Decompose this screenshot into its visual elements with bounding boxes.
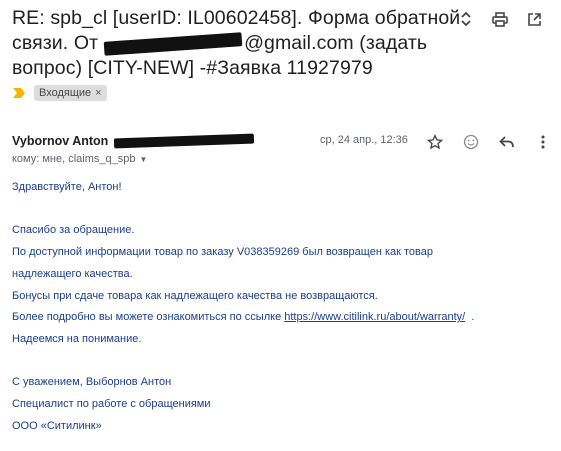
message-actions: [417, 131, 561, 153]
body-line: Спасибо за обращение.: [12, 224, 135, 237]
signature-line: С уважением, Выборнов Антон: [12, 376, 172, 389]
chevron-down-icon[interactable]: ▼: [139, 155, 147, 164]
remove-label-button[interactable]: ×: [95, 87, 101, 99]
emoji-reaction-icon[interactable]: [453, 131, 489, 153]
greeting: Здравствуйте, Антон!: [12, 181, 122, 193]
importance-marker-icon[interactable]: [12, 87, 26, 99]
redacted-email-address: [103, 32, 243, 56]
open-in-new-window-icon[interactable]: [517, 8, 551, 30]
body-line-punct: .: [471, 311, 475, 324]
reply-icon[interactable]: [489, 131, 525, 153]
body-line: Надеемся на понимание.: [12, 332, 142, 345]
body-line: надлежащего качества.: [12, 267, 133, 280]
inbox-label-chip: Входящие ×: [34, 85, 107, 101]
message-body: Здравствуйте, Антон! Спасибо за обращени…: [12, 177, 552, 437]
label-row: Входящие ×: [12, 85, 107, 101]
redacted-sender-address: [113, 133, 255, 149]
print-icon[interactable]: [483, 8, 517, 30]
message-date[interactable]: ср, 24 апр., 12:36: [320, 134, 408, 146]
body-line: По доступной информации товар по заказу …: [12, 246, 433, 259]
email-subject: RE: spb_cl [userID: IL00602458]. Форма о…: [12, 6, 462, 81]
message-header: Vybornov Anton ср, 24 апр., 12:36: [12, 133, 552, 154]
recipients-line[interactable]: кому: мне, claims_q_spb ▼: [12, 153, 147, 165]
signature-line: ООО «Ситилинк»: [12, 419, 102, 432]
body-line-with-link: Более подробно вы можете ознакомиться по…: [12, 307, 552, 329]
more-vert-icon[interactable]: [525, 131, 561, 153]
sender-name[interactable]: Vybornov Anton: [12, 134, 108, 148]
warranty-link[interactable]: https://www.citilink.ru/about/warranty/: [284, 311, 465, 323]
body-line: Бонусы при сдаче товара как надлежащего …: [12, 289, 378, 302]
thread-toolbar: [449, 8, 551, 30]
body-line-text: Более подробно вы можете ознакомиться по…: [12, 311, 282, 324]
recipients-text: кому: мне, claims_q_spb: [12, 153, 136, 165]
unfold-icon[interactable]: [449, 8, 483, 30]
star-icon[interactable]: [417, 131, 453, 153]
inbox-label-text: Входящие: [39, 87, 92, 99]
signature-line: Специалист по работе с обращениями: [12, 398, 211, 410]
